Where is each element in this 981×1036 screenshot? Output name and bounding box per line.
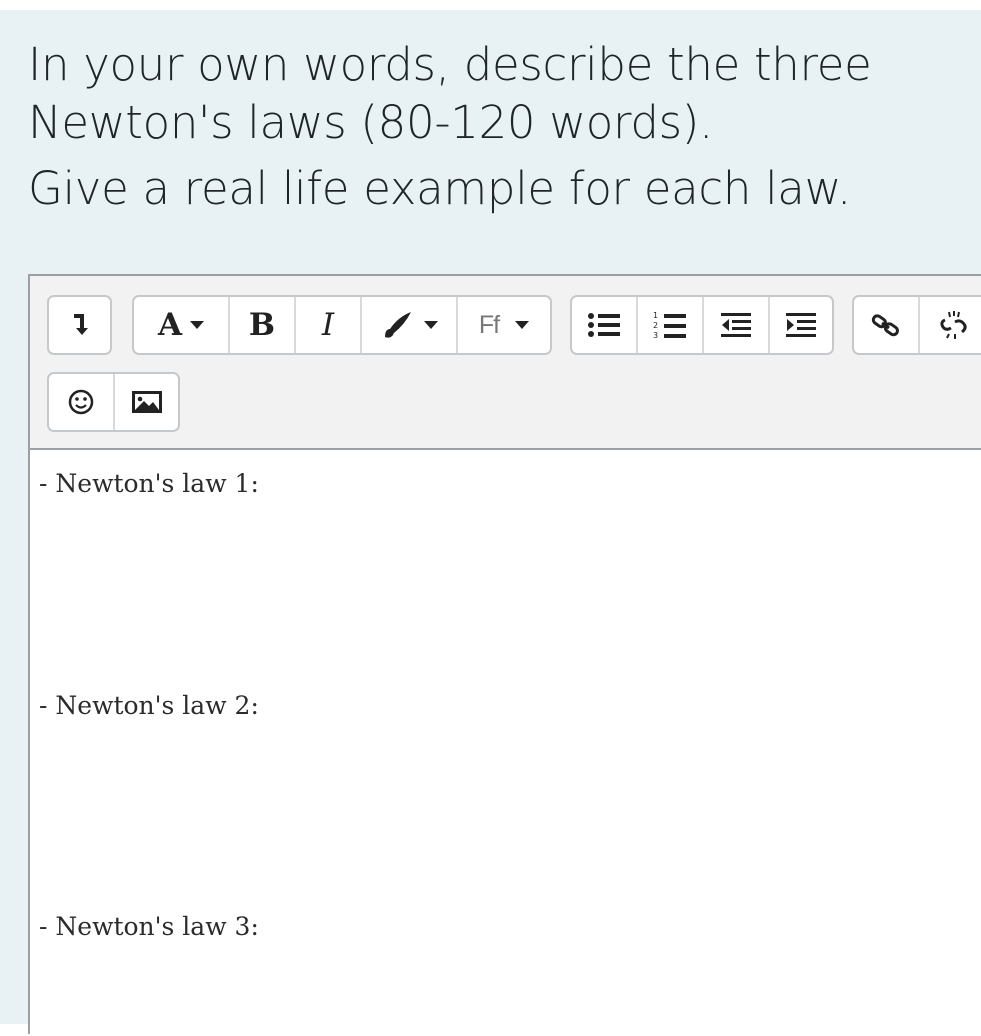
bullet-list-button[interactable] [572,297,638,353]
editor-toolbar: A B I Ff 1 2 3 [30,276,981,450]
unlink-button[interactable] [920,297,981,353]
svg-text:3: 3 [653,331,658,340]
paintbrush-icon [380,309,416,341]
font-family-icon: Ff [478,310,500,339]
numbered-list-icon: 1 2 3 [653,310,687,340]
question-line-3: Give a real life example for each law. [28,162,851,215]
italic-icon: I [321,306,335,343]
bold-button[interactable]: B [230,297,296,353]
chevron-down-icon [515,321,530,329]
text-color-icon: A [157,306,183,343]
numbered-list-button[interactable]: 1 2 3 [638,297,704,353]
italic-button[interactable]: I [296,297,362,353]
outdent-icon [719,311,753,339]
image-icon [130,389,164,415]
svg-text:1: 1 [653,311,658,320]
brush-button[interactable] [362,297,458,353]
toolbar-group-links [852,295,981,355]
image-button[interactable] [115,374,178,430]
rich-text-editor: A B I Ff 1 2 3 - Newton's law 1: - Newto… [28,274,981,1036]
question-panel: In your own words, describe the three Ne… [0,10,981,1036]
emoji-icon [66,387,96,417]
font-family-button[interactable]: Ff [458,297,550,353]
editor-line-law-1: - Newton's law 1: [39,469,259,498]
bold-icon: B [248,306,276,343]
link-icon [870,311,902,339]
chevron-down-icon [190,321,205,329]
toolbar-group-toggle [47,295,112,355]
question-line-1: In your own words, describe the three [28,38,872,91]
question-line-2: Newton's laws (80-120 words). [28,96,714,149]
chevron-down-icon [424,321,438,329]
toolbar-group-format: A B I Ff [132,295,552,355]
toolbar-toggle-button[interactable] [49,297,110,353]
unlink-icon [937,310,971,340]
text-color-button[interactable]: A [134,297,230,353]
indent-icon [784,311,818,339]
link-button[interactable] [854,297,920,353]
editor-line-law-3: - Newton's law 3: [39,912,259,941]
emoji-button[interactable] [49,374,115,430]
arrow-down-right-icon [68,312,92,338]
question-prompt: In your own words, describe the three Ne… [28,36,958,218]
bullet-list-icon [587,311,621,339]
editor-line-law-2: - Newton's law 2: [39,691,259,720]
outdent-button[interactable] [704,297,770,353]
toolbar-group-lists: 1 2 3 [570,295,834,355]
toolbar-group-insert [47,372,180,432]
svg-text:2: 2 [653,321,658,330]
indent-button[interactable] [770,297,832,353]
editor-content[interactable]: - Newton's law 1: - Newton's law 2: - Ne… [30,450,981,1036]
